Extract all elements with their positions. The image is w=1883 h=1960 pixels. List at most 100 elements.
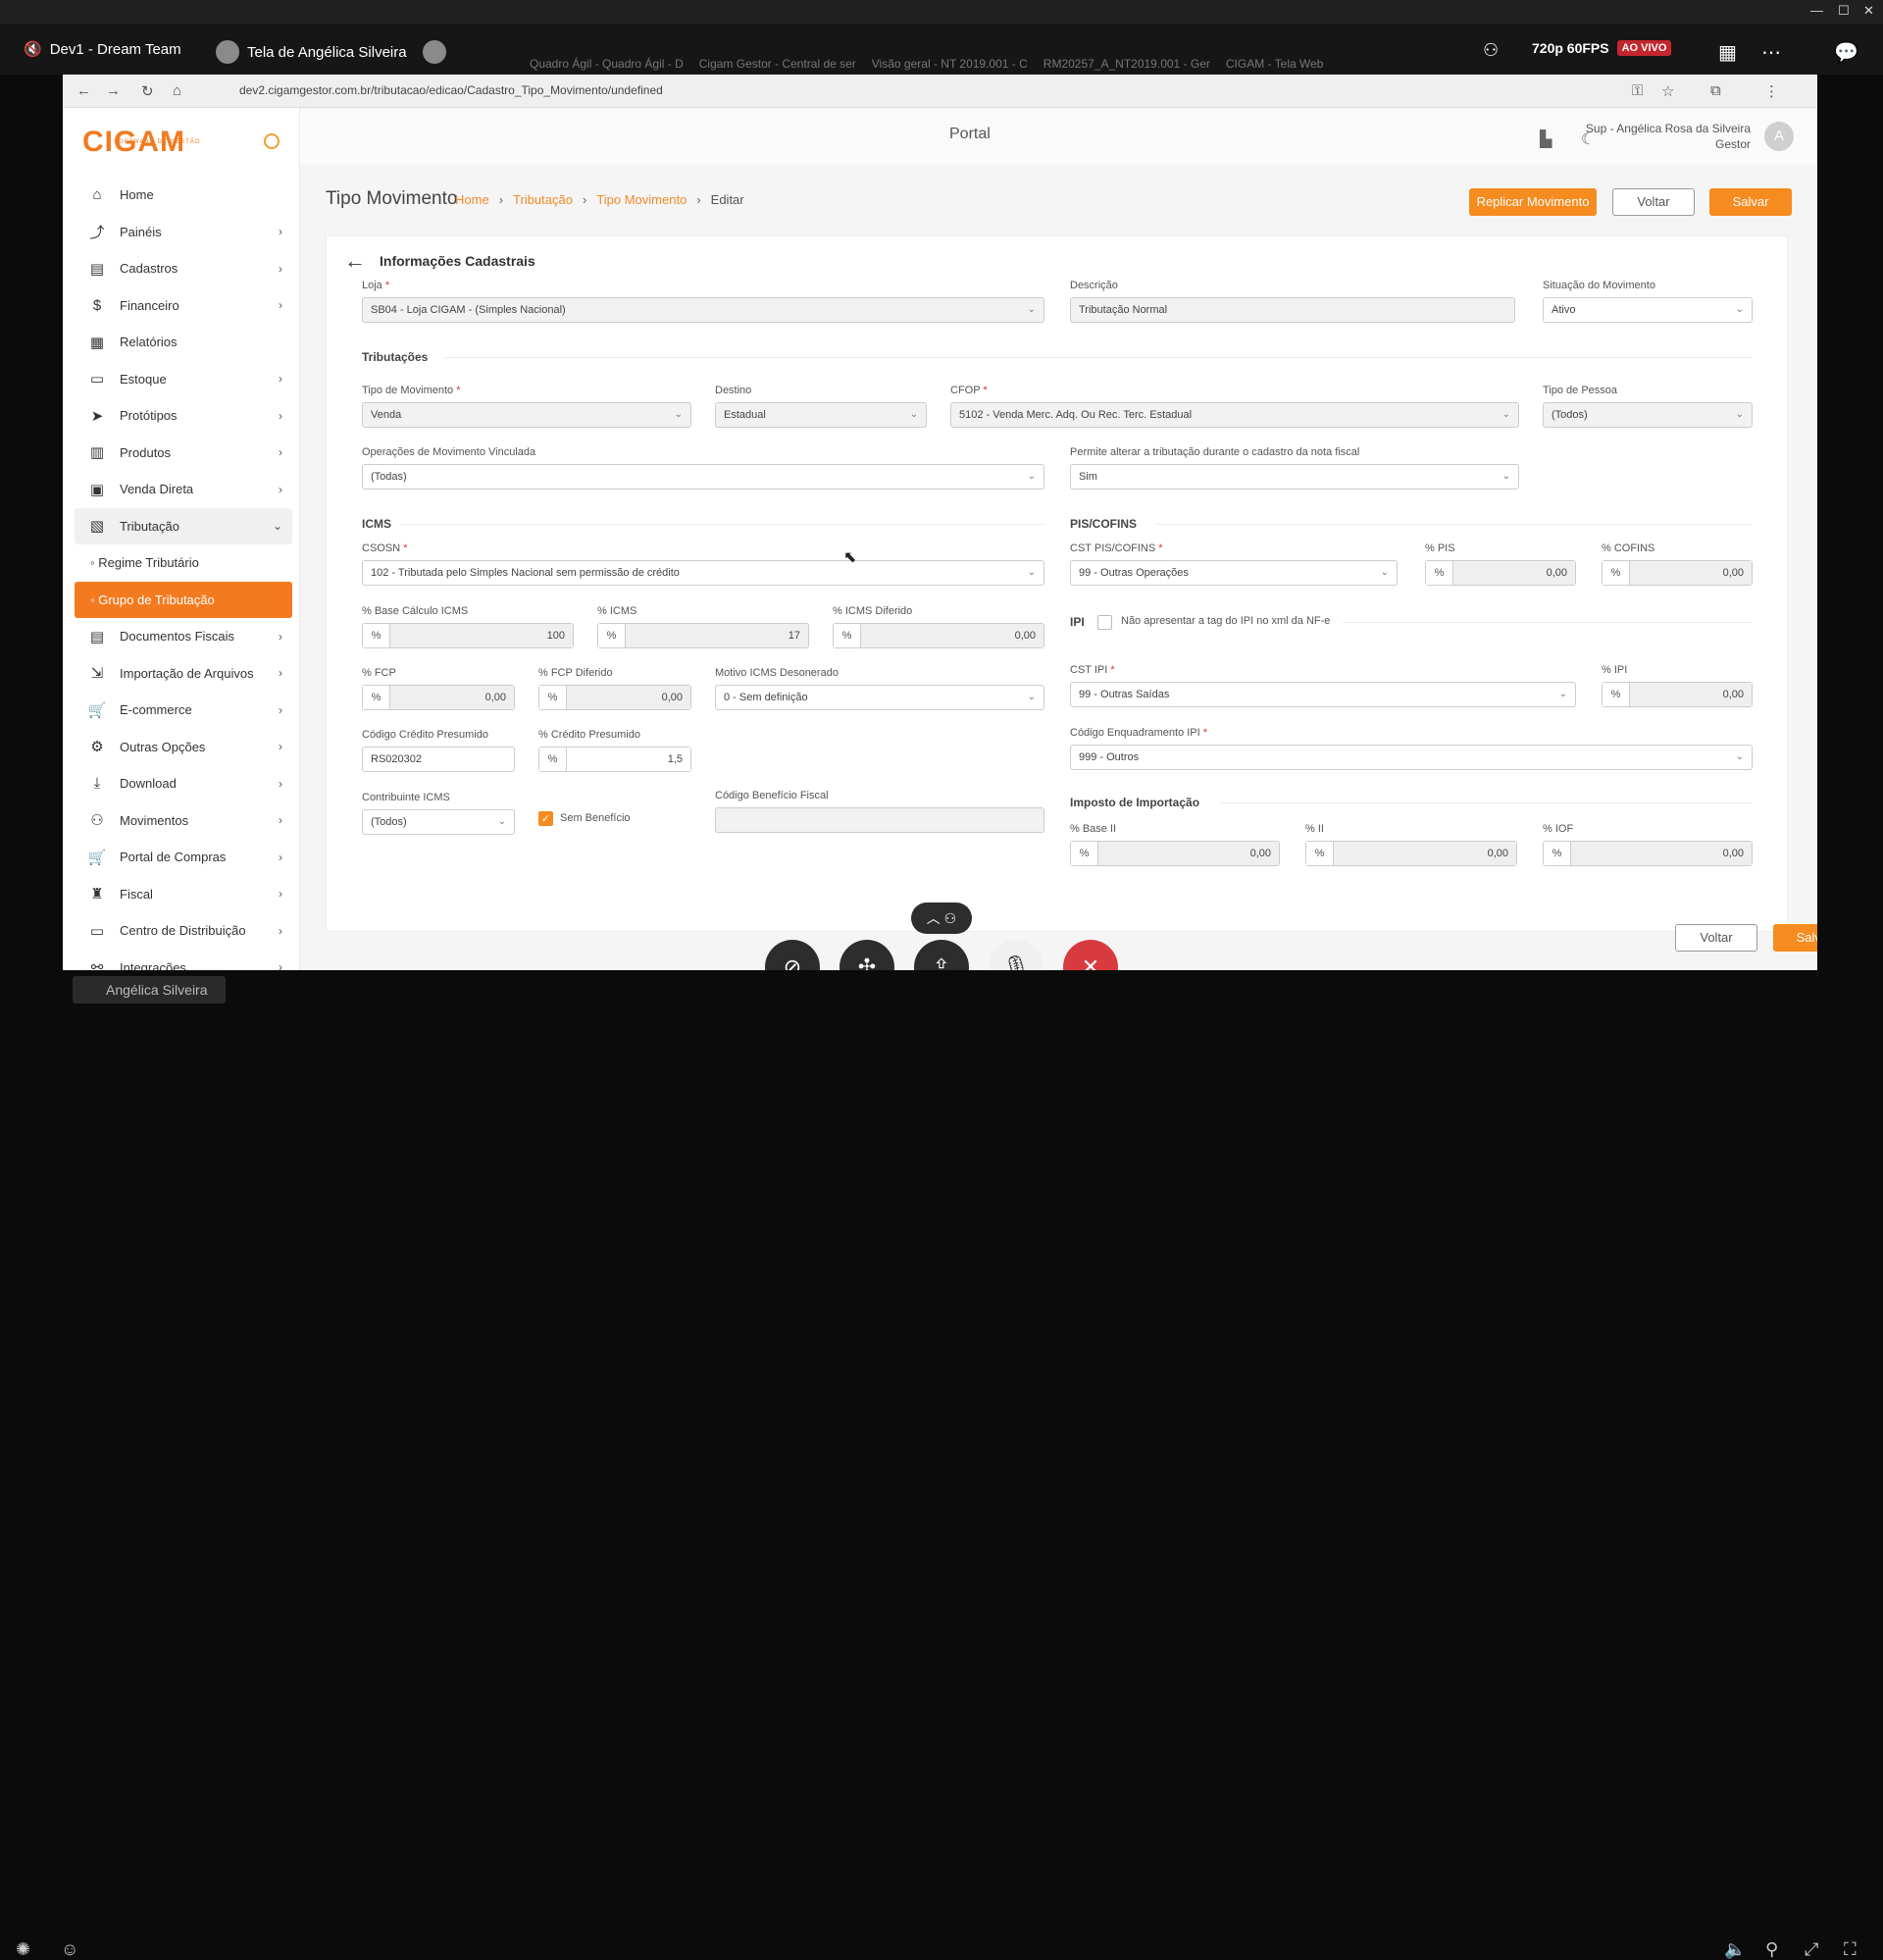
loja-select[interactable]: SB04 - Loja CIGAM - (Simples Nacional) ⌄ bbox=[362, 297, 1044, 323]
maximize-button[interactable]: ☐ bbox=[1838, 3, 1850, 19]
sidebar-item-download[interactable]: ⤓ Download › bbox=[75, 765, 292, 802]
contribuinte-icms-select[interactable]: (Todos) ⌄ bbox=[362, 809, 515, 835]
codigo-credito-input[interactable]: RS020302 bbox=[362, 747, 515, 772]
meeting-header: 🔇 Dev1 - Dream Team Tela de Angélica Silv… bbox=[0, 24, 1883, 75]
sidebar-item-venda-direta[interactable]: ▣ Venda Direta › bbox=[75, 471, 292, 508]
report-icon: ▦ bbox=[89, 334, 105, 351]
forward-nav-icon[interactable]: → bbox=[106, 82, 121, 99]
permite-alterar-select[interactable]: Sim ⌄ bbox=[1070, 464, 1519, 490]
add-people-icon[interactable]: ⚇ bbox=[1483, 40, 1499, 61]
destino-select[interactable]: Estadual ⌄ bbox=[715, 402, 927, 428]
home-nav-icon[interactable]: ⌂ bbox=[173, 82, 181, 99]
situacao-select[interactable]: Ativo ⌄ bbox=[1543, 297, 1753, 323]
codigo-beneficio-input[interactable] bbox=[715, 807, 1044, 833]
chat-icon[interactable]: 💬 bbox=[1834, 40, 1858, 65]
fullscreen-icon[interactable]: ⛶ bbox=[1844, 1939, 1857, 1960]
credito-presumido-input[interactable]: % 1,5 bbox=[538, 747, 691, 772]
cfop-select[interactable]: 5102 - Venda Merc. Adq. Ou Rec. Terc. Es… bbox=[950, 402, 1519, 428]
sidebar-item-paineis[interactable]: ⤴ Painéis › bbox=[75, 214, 292, 251]
sem-beneficio-checkbox[interactable]: ✓ bbox=[538, 811, 553, 826]
salvar-button[interactable]: Salvar bbox=[1709, 188, 1792, 216]
tipo-pessoa-select[interactable]: (Todos) ⌄ bbox=[1543, 402, 1753, 428]
reload-icon[interactable]: ↻ bbox=[141, 82, 154, 100]
replicar-movimento-button[interactable]: Replicar Movimento bbox=[1469, 188, 1597, 216]
descricao-input[interactable]: Tributação Normal bbox=[1070, 297, 1515, 323]
bottom-bar: ✺ ☺ 🔈 ⚲ ⤢ ⛶ bbox=[0, 970, 1883, 1959]
iof-field: % IOF% 0,00 bbox=[1543, 823, 1753, 866]
fcp-input[interactable]: % 0,00 bbox=[362, 685, 515, 710]
cst-pis-select[interactable]: 99 - Outras Operações ⌄ bbox=[1070, 560, 1398, 586]
sidebar-item-movimentos[interactable]: ⚇ Movimentos › bbox=[75, 802, 292, 840]
cofins-input[interactable]: % 0,00 bbox=[1602, 560, 1753, 586]
popout-icon[interactable]: ⤢ bbox=[1805, 1939, 1818, 1960]
address-bar[interactable]: dev2.cigamgestor.com.br/tributacao/edica… bbox=[239, 83, 663, 97]
browser-menu-icon[interactable]: ⋮ bbox=[1764, 82, 1779, 100]
sidebar-item-documentos-fiscais[interactable]: ▤ Documentos Fiscais › bbox=[75, 618, 292, 655]
sidebar-item-estoque[interactable]: ▭ Estoque › bbox=[75, 361, 292, 398]
avatar[interactable]: A bbox=[1764, 122, 1794, 151]
cst-ipi-select[interactable]: 99 - Outras Saídas ⌄ bbox=[1070, 682, 1576, 707]
sidebar-item-fiscal[interactable]: ♜ Fiscal › bbox=[75, 876, 292, 913]
descricao-field: Descrição Tributação Normal bbox=[1070, 280, 1515, 323]
emoji-icon[interactable]: ☺ bbox=[61, 1939, 78, 1960]
sidebar-toggle-icon[interactable] bbox=[264, 133, 280, 149]
breadcrumb-home[interactable]: Home bbox=[455, 192, 489, 207]
base-ii-input[interactable]: % 0,00 bbox=[1070, 841, 1280, 866]
sidebar-item-integracoes[interactable]: ⚯ Integrações › bbox=[75, 950, 292, 970]
sidebar-item-outras-opcoes[interactable]: ⚙ Outras Opções › bbox=[75, 729, 292, 766]
sidebar-item-home[interactable]: ⌂ Home bbox=[75, 177, 292, 214]
meeting-title: 🔇 Dev1 - Dream Team bbox=[24, 40, 181, 59]
sidebar-item-financeiro[interactable]: $ Financeiro › bbox=[75, 287, 292, 325]
sidebar-item-tributacao[interactable]: ▧ Tributação ⌄ bbox=[75, 507, 292, 544]
breadcrumb-tributacao[interactable]: Tributação bbox=[513, 192, 573, 207]
sidebar-item-importacao[interactable]: ⇲ Importação de Arquivos › bbox=[75, 655, 292, 693]
pin-icon[interactable]: ⚲ bbox=[1765, 1939, 1778, 1960]
ii-input[interactable]: % 0,00 bbox=[1305, 841, 1517, 866]
fcp-diferido-input[interactable]: % 0,00 bbox=[538, 685, 691, 710]
footer-salvar-button[interactable]: Salvar bbox=[1773, 924, 1817, 952]
pis-input[interactable]: % 0,00 bbox=[1425, 560, 1576, 586]
user-info[interactable]: Sup - Angélica Rosa da Silveira Gestor bbox=[1586, 121, 1751, 152]
volume-icon[interactable]: 🔈 bbox=[1724, 1939, 1746, 1960]
sidebar-item-cadastros[interactable]: ▤ Cadastros › bbox=[75, 250, 292, 287]
sidebar-item-prototipos[interactable]: ➤ Protótipos › bbox=[75, 397, 292, 435]
enquadramento-ipi-select[interactable]: 999 - Outros ⌄ bbox=[1070, 745, 1753, 770]
iof-input[interactable]: % 0,00 bbox=[1543, 841, 1753, 866]
icms-input[interactable]: % 17 bbox=[597, 623, 809, 648]
chevron-down-icon: ⌄ bbox=[674, 409, 683, 420]
industry-icon[interactable]: ▙ bbox=[1540, 129, 1552, 149]
sidebar-subitem-regime-tributario[interactable]: ◦ Regime Tributário bbox=[75, 544, 292, 582]
base-icms-input[interactable]: % 100 bbox=[362, 623, 574, 648]
layout-grid-icon[interactable]: ▦ bbox=[1718, 40, 1737, 65]
star-icon[interactable]: ☆ bbox=[1661, 82, 1674, 100]
minimize-button[interactable]: — bbox=[1810, 3, 1823, 18]
noise-icon[interactable]: ✺ bbox=[16, 1939, 30, 1960]
back-nav-icon[interactable]: ← bbox=[76, 82, 91, 99]
extensions-icon[interactable]: ⧉ bbox=[1710, 82, 1721, 99]
sidebar-item-centro-distribuicao[interactable]: ▭ Centro de Distribuição › bbox=[75, 912, 292, 950]
reactions-button[interactable]: ︿ ⚇ bbox=[911, 903, 972, 934]
ipi-input[interactable]: % 0,00 bbox=[1602, 682, 1753, 707]
tipo-movimento-select[interactable]: Venda ⌄ bbox=[362, 402, 691, 428]
ipi-tag-checkbox[interactable] bbox=[1097, 615, 1112, 630]
key-icon[interactable]: ⚿ bbox=[1632, 82, 1643, 99]
sem-beneficio-label: Sem Benefício bbox=[560, 812, 631, 824]
permite-alterar-field: Permite alterar a tributação durante o c… bbox=[1070, 446, 1519, 490]
more-options-icon[interactable]: ⋯ bbox=[1761, 40, 1781, 65]
sidebar-subitem-grupo-tributacao[interactable]: ◦ Grupo de Tributação bbox=[75, 581, 292, 618]
breadcrumb: Home › Tributação › Tipo Movimento › Editar bbox=[455, 192, 744, 207]
operacoes-vinculada-select[interactable]: (Todas) ⌄ bbox=[362, 464, 1044, 490]
voltar-button[interactable]: Voltar bbox=[1612, 188, 1695, 216]
sidebar-item-relatorios[interactable]: ▦ Relatórios bbox=[75, 324, 292, 361]
loja-field: Loja * SB04 - Loja CIGAM - (Simples Nacio… bbox=[362, 280, 1044, 323]
sidebar-item-portal-compras[interactable]: 🛒 Portal de Compras › bbox=[75, 839, 292, 876]
sidebar-item-produtos[interactable]: ▥ Produtos › bbox=[75, 435, 292, 472]
back-arrow-icon[interactable]: ← bbox=[344, 248, 366, 274]
close-window-button[interactable]: ✕ bbox=[1863, 3, 1874, 19]
csosn-select[interactable]: 102 - Tributada pelo Simples Nacional se… bbox=[362, 560, 1044, 586]
motivo-icms-select[interactable]: 0 - Sem definição ⌄ bbox=[715, 685, 1044, 710]
breadcrumb-tipo-movimento[interactable]: Tipo Movimento bbox=[596, 192, 687, 207]
sidebar-item-ecommerce[interactable]: 🛒 E-commerce › bbox=[75, 692, 292, 729]
footer-voltar-button[interactable]: Voltar bbox=[1675, 924, 1757, 952]
icms-diferido-input[interactable]: % 0,00 bbox=[833, 623, 1044, 648]
